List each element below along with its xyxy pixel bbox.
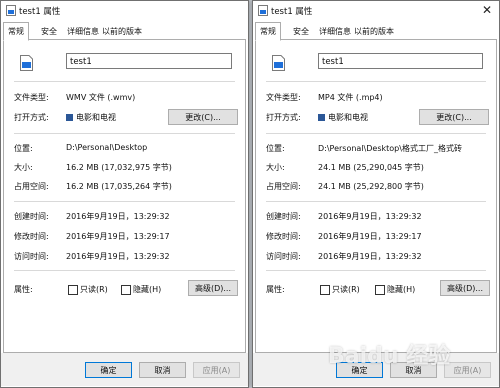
open-with-label: 打开方式: bbox=[14, 113, 49, 122]
tab-previous-versions[interactable]: 以前的版本 bbox=[350, 25, 398, 39]
open-with-value: 电影和电视 bbox=[318, 112, 368, 123]
dialog-title: test1 属性 bbox=[271, 7, 313, 17]
hidden-checkbox[interactable] bbox=[375, 285, 385, 295]
general-panel: test1 文件类型: WMV 文件 (.wmv) 打开方式: 电影和电视 更改… bbox=[3, 39, 246, 353]
created-label: 创建时间: bbox=[14, 212, 49, 221]
accessed-label: 访问时间: bbox=[14, 252, 49, 261]
separator bbox=[266, 201, 486, 202]
accessed-value: 2016年9月19日，13:29:32 bbox=[66, 252, 170, 261]
separator bbox=[14, 133, 235, 134]
separator bbox=[266, 270, 486, 271]
hidden-label[interactable]: 隐藏(H) bbox=[387, 284, 415, 295]
advanced-button[interactable]: 高级(D)... bbox=[188, 280, 238, 296]
readonly-checkbox[interactable] bbox=[320, 285, 330, 295]
general-panel: test1 文件类型: MP4 文件 (.mp4) 打开方式: 电影和电视 更改… bbox=[255, 39, 497, 353]
created-label: 创建时间: bbox=[266, 212, 301, 221]
modified-value: 2016年9月19日，13:29:17 bbox=[66, 232, 170, 241]
tab-security[interactable]: 安全 bbox=[37, 25, 61, 39]
size-on-disk-value: 24.1 MB (25,292,800 字节) bbox=[318, 182, 424, 191]
properties-dialog-wmv: test1 属性 常规 安全 详细信息 以前的版本 test1 文件类型: WM… bbox=[0, 0, 249, 388]
modified-value: 2016年9月19日，13:29:17 bbox=[318, 232, 422, 241]
modified-label: 修改时间: bbox=[14, 232, 49, 241]
size-label: 大小: bbox=[14, 163, 33, 172]
modified-label: 修改时间: bbox=[266, 232, 301, 241]
file-type-value: MP4 文件 (.mp4) bbox=[318, 93, 383, 102]
apply-button[interactable]: 应用(A) bbox=[193, 362, 240, 378]
ok-button[interactable]: 确定 bbox=[85, 362, 132, 378]
close-icon[interactable]: ✕ bbox=[478, 3, 496, 18]
apply-button[interactable]: 应用(A) bbox=[444, 362, 491, 378]
tab-previous-versions[interactable]: 以前的版本 bbox=[98, 25, 146, 39]
file-type-value: WMV 文件 (.wmv) bbox=[66, 93, 136, 102]
file-type-label: 文件类型: bbox=[266, 93, 301, 102]
hidden-label[interactable]: 隐藏(H) bbox=[133, 284, 161, 295]
properties-dialog-mp4: test1 属性 ✕ 常规 安全 详细信息 以前的版本 test1 文件类型: … bbox=[252, 0, 500, 388]
dialog-footer: 确定 取消 应用(A) bbox=[1, 353, 248, 386]
separator bbox=[266, 133, 486, 134]
change-button[interactable]: 更改(C)... bbox=[419, 109, 489, 125]
size-on-disk-label: 占用空间: bbox=[14, 182, 49, 191]
readonly-label[interactable]: 只读(R) bbox=[332, 284, 360, 295]
change-button[interactable]: 更改(C)... bbox=[168, 109, 238, 125]
separator bbox=[266, 81, 486, 82]
advanced-button[interactable]: 高级(D)... bbox=[440, 280, 490, 296]
location-value: D:\Personal\Desktop bbox=[66, 143, 148, 152]
size-value: 24.1 MB (25,290,045 字节) bbox=[318, 163, 424, 172]
title-bar[interactable]: test1 属性 bbox=[1, 1, 248, 20]
file-name-input[interactable]: test1 bbox=[66, 53, 232, 69]
file-type-label: 文件类型: bbox=[14, 93, 49, 102]
movies-tv-icon bbox=[318, 114, 325, 121]
created-value: 2016年9月19日，13:29:32 bbox=[318, 212, 422, 221]
separator bbox=[14, 270, 235, 271]
separator bbox=[14, 81, 235, 82]
title-bar[interactable]: test1 属性 ✕ bbox=[253, 1, 499, 20]
size-on-disk-value: 16.2 MB (17,035,264 字节) bbox=[66, 182, 172, 191]
tab-general[interactable]: 常规 bbox=[255, 22, 281, 41]
accessed-value: 2016年9月19日，13:29:32 bbox=[318, 252, 422, 261]
size-on-disk-label: 占用空间: bbox=[266, 182, 301, 191]
hidden-checkbox[interactable] bbox=[121, 285, 131, 295]
location-label: 位置: bbox=[14, 144, 33, 153]
movies-tv-icon bbox=[66, 114, 73, 121]
file-icon bbox=[6, 5, 16, 16]
open-with-label: 打开方式: bbox=[266, 113, 301, 122]
tab-general[interactable]: 常规 bbox=[3, 22, 29, 41]
file-name-input[interactable]: test1 bbox=[318, 53, 483, 69]
dialog-title: test1 属性 bbox=[19, 7, 61, 17]
created-value: 2016年9月19日，13:29:32 bbox=[66, 212, 170, 221]
readonly-label[interactable]: 只读(R) bbox=[80, 284, 108, 295]
video-file-icon bbox=[20, 55, 33, 71]
size-value: 16.2 MB (17,032,975 字节) bbox=[66, 163, 172, 172]
attributes-label: 属性: bbox=[14, 285, 33, 294]
separator bbox=[14, 201, 235, 202]
readonly-checkbox[interactable] bbox=[68, 285, 78, 295]
cancel-button[interactable]: 取消 bbox=[139, 362, 186, 378]
tab-security[interactable]: 安全 bbox=[289, 25, 313, 39]
watermark: Baidu 经验 bbox=[328, 344, 451, 369]
tab-details[interactable]: 详细信息 bbox=[315, 25, 355, 39]
size-label: 大小: bbox=[266, 163, 285, 172]
open-with-value: 电影和电视 bbox=[66, 112, 116, 123]
location-label: 位置: bbox=[266, 144, 285, 153]
location-value: D:\Personal\Desktop\格式工厂_格式砖 bbox=[318, 144, 462, 153]
file-icon bbox=[258, 5, 268, 16]
tab-details[interactable]: 详细信息 bbox=[63, 25, 103, 39]
accessed-label: 访问时间: bbox=[266, 252, 301, 261]
attributes-label: 属性: bbox=[266, 285, 285, 294]
video-file-icon bbox=[272, 55, 285, 71]
